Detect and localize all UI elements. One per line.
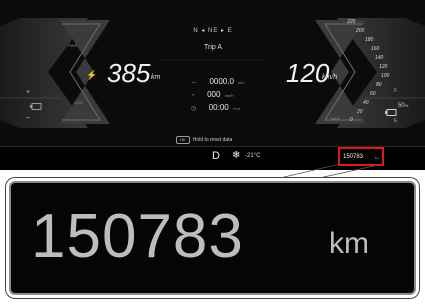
odometer-unit-zoom: km (329, 227, 369, 260)
odometer-value-zoom: 150783 (31, 202, 244, 271)
odometer-zoom-panel: 150783 km (9, 181, 416, 295)
